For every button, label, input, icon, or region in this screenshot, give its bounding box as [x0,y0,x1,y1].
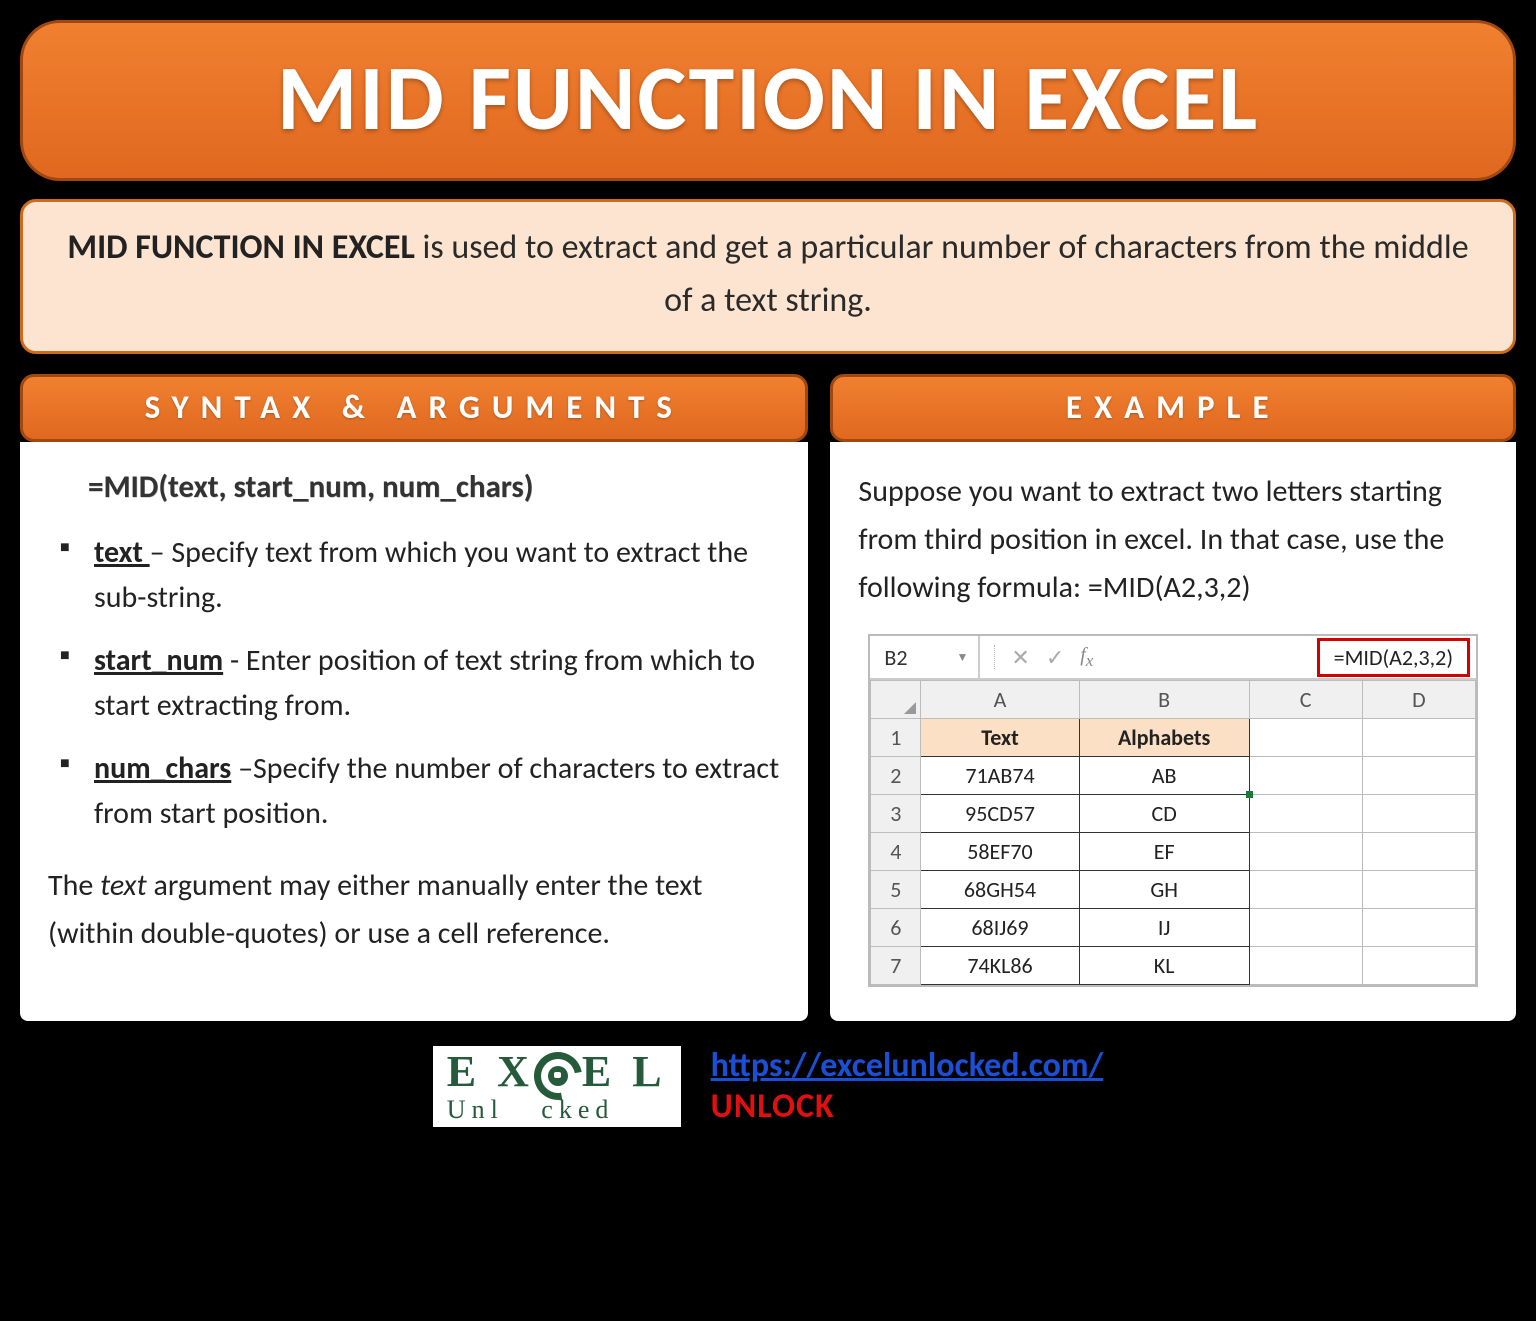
example-column: EXAMPLE Suppose you want to extract two … [830,374,1516,1021]
row-6: 6 68IJ69 IJ [871,909,1476,947]
cell-D4 [1362,833,1475,871]
row-num: 7 [871,947,921,985]
syntax-formula: =MID(text, start_num, num_chars) [48,468,780,506]
cell-B1: Alphabets [1079,719,1249,757]
row-num: 6 [871,909,921,947]
cell-A3: 95CD57 [921,795,1080,833]
title-banner: MID FUNCTION IN EXCEL [20,20,1516,181]
cell-B5: GH [1079,871,1249,909]
syntax-column: SYNTAX & ARGUMENTS =MID(text, start_num,… [20,374,808,1021]
row-num: 2 [871,757,921,795]
note-ital: text [100,867,147,904]
col-B: B [1079,681,1249,719]
row-num: 1 [871,719,921,757]
row-3: 3 95CD57 CD [871,795,1476,833]
example-body: Suppose you want to extract two letters … [830,442,1516,1021]
intro-lead: MID FUNCTION IN EXCEL [67,227,415,268]
formula-input: =MID(A2,3,2) [1317,638,1470,677]
cell-C7 [1249,947,1362,985]
cell-D2 [1362,757,1475,795]
separator-icon [994,645,995,669]
infographic-page: MID FUNCTION IN EXCEL MID FUNCTION IN EX… [20,20,1516,1137]
cell-C5 [1249,871,1362,909]
row-1: 1 Text Alphabets [871,719,1476,757]
cell-D5 [1362,871,1475,909]
cell-B2: AB [1079,757,1249,795]
example-header: EXAMPLE [830,374,1516,442]
arg-name: text [94,534,150,571]
cell-A4: 58EF70 [921,833,1080,871]
cell-B6: IJ [1079,909,1249,947]
cell-C2 [1249,757,1362,795]
select-all-corner [871,681,921,719]
logo: E XE L Unl cked [433,1046,681,1127]
cell-B4: EF [1079,833,1249,871]
syntax-note: The text argument may either manually en… [48,862,780,958]
intro-rest: is used to extract and get a particular … [415,227,1469,321]
cell-C3 [1249,795,1362,833]
row-4: 4 58EF70 EF [871,833,1476,871]
row-2: 2 71AB74 AB [871,757,1476,795]
spreadsheet: A B C D 1 Text Alphabets [870,680,1476,985]
footer: E XE L Unl cked https://excelunlocked.co… [20,1045,1516,1137]
cell-D6 [1362,909,1475,947]
row-5: 5 68GH54 GH [871,871,1476,909]
cell-B7: KL [1079,947,1249,985]
name-box: B2 ▼ [870,636,980,678]
col-D: D [1362,681,1475,719]
fx-icons: ✕ ✓ fx [980,644,1107,671]
syntax-body: =MID(text, start_num, num_chars) text – … [20,442,808,1021]
cell-D7 [1362,947,1475,985]
cell-D3 [1362,795,1475,833]
arg-text: text – Specify text from which you want … [60,530,780,620]
footer-links: https://excelunlocked.com/ UNLOCK [711,1045,1104,1127]
arg-name: start_num [94,642,223,679]
example-text: Suppose you want to extract two letters … [858,468,1488,612]
page-title: MID FUNCTION IN EXCEL [23,41,1513,154]
col-A: A [921,681,1080,719]
logo-text: E XE L Unl cked [447,1052,667,1121]
check-icon: ✓ [1046,644,1064,671]
cell-C1 [1249,719,1362,757]
name-box-value: B2 [884,644,907,671]
cell-D1 [1362,719,1475,757]
note-post: argument may either manually enter the t… [48,867,702,952]
cell-C6 [1249,909,1362,947]
syntax-header: SYNTAX & ARGUMENTS [20,374,808,442]
arg-start-num: start_num - Enter position of text strin… [60,638,780,728]
chevron-down-icon: ▼ [957,650,969,665]
cell-A5: 68GH54 [921,871,1080,909]
arg-desc: – Specify text from which you want to ex… [94,534,748,616]
cell-A2: 71AB74 [921,757,1080,795]
row-num: 4 [871,833,921,871]
note-pre: The [48,867,100,904]
row-num: 3 [871,795,921,833]
cell-A7: 74KL86 [921,947,1080,985]
site-url[interactable]: https://excelunlocked.com/ [711,1045,1104,1086]
arg-num-chars: num_chars –Specify the number of charact… [60,746,780,836]
intro-box: MID FUNCTION IN EXCEL is used to extract… [20,199,1516,354]
cell-C4 [1249,833,1362,871]
cancel-icon: ✕ [1011,644,1029,671]
argument-list: text – Specify text from which you want … [48,530,780,836]
formula-bar: B2 ▼ ✕ ✓ fx =MID(A2,3,2) [870,636,1476,680]
fx-icon: fx [1080,644,1093,671]
unlock-label: UNLOCK [711,1086,1104,1127]
cell-A1: Text [921,719,1080,757]
row-7: 7 74KL86 KL [871,947,1476,985]
arg-name: num_chars [94,750,231,787]
cell-B3: CD [1079,795,1249,833]
col-header-row: A B C D [871,681,1476,719]
excel-screenshot: B2 ▼ ✕ ✓ fx =MID(A2,3,2) [868,634,1478,987]
cell-A6: 68IJ69 [921,909,1080,947]
col-C: C [1249,681,1362,719]
row-num: 5 [871,871,921,909]
columns: SYNTAX & ARGUMENTS =MID(text, start_num,… [20,374,1516,1021]
logo-lock-icon [534,1052,582,1100]
